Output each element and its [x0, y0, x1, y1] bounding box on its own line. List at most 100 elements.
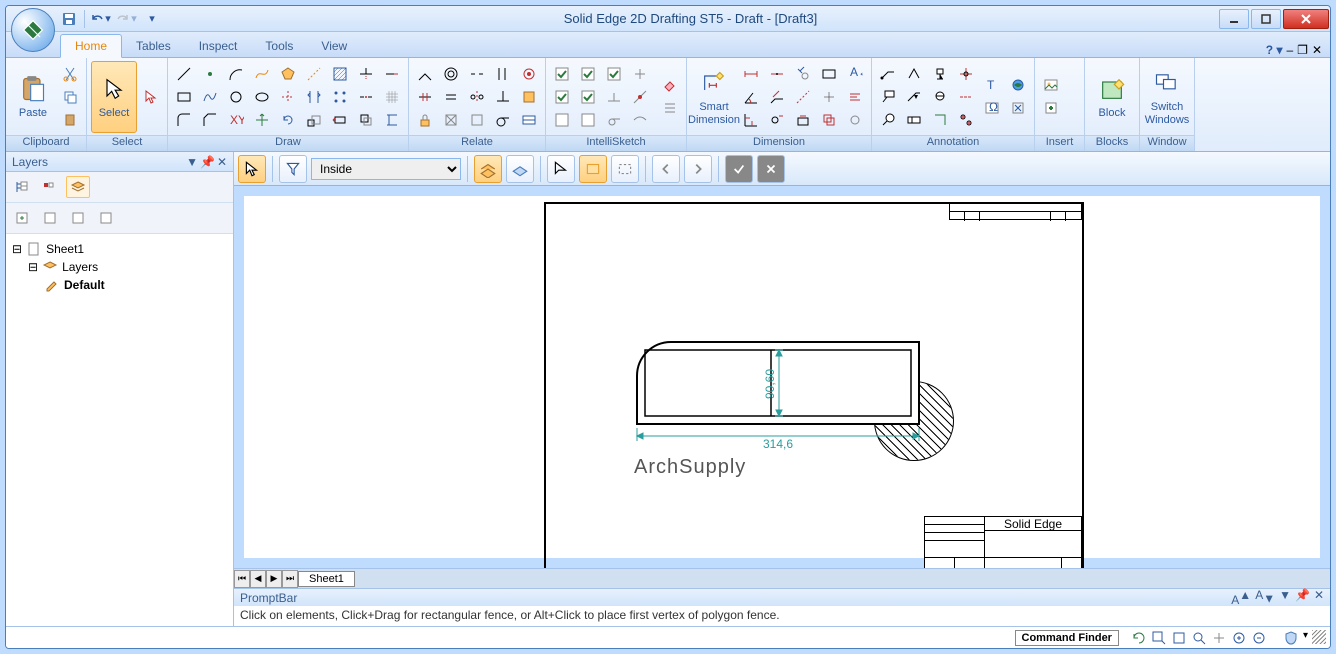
stretch-button[interactable]	[328, 109, 352, 131]
snap-options-button[interactable]	[550, 109, 574, 131]
promptbar-font-dec-button[interactable]: A▼	[1255, 588, 1275, 607]
perpendicular-button[interactable]	[491, 86, 515, 108]
distance-between-button[interactable]	[739, 63, 763, 85]
select-button[interactable]: Select	[91, 61, 137, 133]
resize-grip[interactable]	[1312, 630, 1326, 644]
layer-hide-button[interactable]	[66, 207, 90, 229]
character-map-button[interactable]: Ω	[980, 97, 1004, 119]
snap-hv-button[interactable]	[628, 63, 652, 85]
paste-button[interactable]: Paste	[10, 61, 56, 133]
tab-view[interactable]: View	[307, 35, 361, 57]
snap-endpoint-button[interactable]	[550, 63, 574, 85]
tree-item-sheet[interactable]: ⊟ Sheet1	[12, 240, 227, 258]
clipboard-more-button[interactable]	[58, 109, 82, 131]
relationship-assistant-button[interactable]	[517, 86, 541, 108]
extend-button[interactable]	[380, 63, 404, 85]
copy-button[interactable]	[58, 86, 82, 108]
polygon-button[interactable]	[276, 63, 300, 85]
panel-pin-button[interactable]: 📌	[200, 155, 215, 169]
insert-object-button[interactable]	[1039, 97, 1063, 119]
redo-button[interactable]: ▾	[115, 9, 137, 29]
auto-dim-button[interactable]	[765, 109, 789, 131]
chamfer-button[interactable]	[198, 109, 222, 131]
opt-next-button[interactable]	[684, 155, 712, 183]
leader-button[interactable]	[876, 63, 900, 85]
promptbar-font-inc-button[interactable]: A▲	[1231, 588, 1251, 607]
rotate-button[interactable]	[276, 109, 300, 131]
ellipse-button[interactable]	[250, 86, 274, 108]
relation-handle-button[interactable]	[465, 109, 489, 131]
tab-tables[interactable]: Tables	[122, 35, 185, 57]
connect-button[interactable]	[413, 63, 437, 85]
sheet-next-button[interactable]: ▶	[266, 570, 282, 588]
mdi-close-button[interactable]: ✕	[1312, 43, 1322, 57]
point-button[interactable]	[198, 63, 222, 85]
sheet-prev-button[interactable]: ◀	[250, 570, 266, 588]
layer-new-button[interactable]	[10, 207, 34, 229]
zoom-icon[interactable]	[1191, 630, 1207, 646]
auto-center-button[interactable]	[954, 109, 978, 131]
rectangle-button[interactable]	[172, 86, 196, 108]
equal-button[interactable]	[439, 86, 463, 108]
dim-copy-button[interactable]	[817, 109, 841, 131]
centerline-ann-button[interactable]	[954, 86, 978, 108]
layer-tree-button[interactable]	[10, 176, 34, 198]
callout-button[interactable]	[876, 86, 900, 108]
snap-clear-button[interactable]	[576, 109, 600, 131]
tab-home[interactable]: Home	[60, 34, 122, 58]
text-profile-button[interactable]: T	[980, 74, 1004, 96]
smartframe-button[interactable]	[1006, 74, 1030, 96]
smart-dimension-button[interactable]: Smart Dimension	[691, 61, 737, 133]
maintain-relationships-button[interactable]	[517, 63, 541, 85]
trim-button[interactable]	[354, 63, 378, 85]
sheet-last-button[interactable]: ⏭	[282, 570, 298, 588]
snap-midpoint-button[interactable]	[550, 86, 574, 108]
switch-windows-button[interactable]: Switch Windows	[1144, 61, 1190, 133]
snap-silhouette-button[interactable]	[628, 109, 652, 131]
sheet-tab[interactable]: Sheet1	[298, 571, 355, 587]
zoom-area-icon[interactable]	[1151, 630, 1167, 646]
construction-button[interactable]	[302, 63, 326, 85]
feature-control-button[interactable]	[902, 109, 926, 131]
select-mode-dropdown[interactable]: Inside	[311, 158, 461, 180]
opt-fence-overlap-button[interactable]	[611, 155, 639, 183]
line-button[interactable]	[172, 63, 196, 85]
tree-item-layers-folder[interactable]: ⊟ Layers	[12, 258, 227, 276]
cut-button[interactable]	[58, 63, 82, 85]
symmetric-diameter-button[interactable]	[765, 63, 789, 85]
edge-condition-button[interactable]	[928, 109, 952, 131]
layer-show-button[interactable]	[94, 207, 118, 229]
center-mark-button[interactable]	[954, 63, 978, 85]
promptbar-close-button[interactable]: ✕	[1314, 588, 1324, 607]
zoom-in-icon[interactable]	[1231, 630, 1247, 646]
curve-button[interactable]	[250, 63, 274, 85]
collinear-button[interactable]	[465, 63, 489, 85]
chamfer-dim-button[interactable]	[765, 86, 789, 108]
centerline-button[interactable]	[276, 86, 300, 108]
fillet-button[interactable]	[172, 109, 196, 131]
dim-sm-button[interactable]	[843, 109, 867, 131]
promptbar-dropdown-button[interactable]: ▼	[1279, 588, 1291, 607]
snap-center-button[interactable]	[576, 63, 600, 85]
lock-button[interactable]	[413, 109, 437, 131]
symmetric-button[interactable]	[465, 86, 489, 108]
close-button[interactable]	[1283, 9, 1329, 29]
application-menu-button[interactable]	[11, 8, 55, 52]
move-button[interactable]	[250, 109, 274, 131]
sb-dropdown[interactable]: ▾	[1303, 630, 1308, 646]
tangent-button[interactable]	[491, 109, 515, 131]
horizontal-button[interactable]	[413, 86, 437, 108]
sheet-first-button[interactable]: ⏮	[234, 570, 250, 588]
dim-track-button[interactable]	[817, 86, 841, 108]
opt-cancel-button[interactable]	[757, 155, 785, 183]
tab-inspect[interactable]: Inspect	[185, 35, 252, 57]
insert-image-button[interactable]	[1039, 74, 1063, 96]
maximize-button[interactable]	[1251, 9, 1281, 29]
snap-on-button[interactable]	[628, 86, 652, 108]
tab-tools[interactable]: Tools	[251, 35, 307, 57]
surface-texture-button[interactable]	[902, 63, 926, 85]
snap-intersection-button[interactable]	[576, 86, 600, 108]
dim-style-button[interactable]	[817, 63, 841, 85]
qat-customize[interactable]: ▾	[141, 9, 163, 29]
panel-close-button[interactable]: ✕	[217, 155, 227, 169]
